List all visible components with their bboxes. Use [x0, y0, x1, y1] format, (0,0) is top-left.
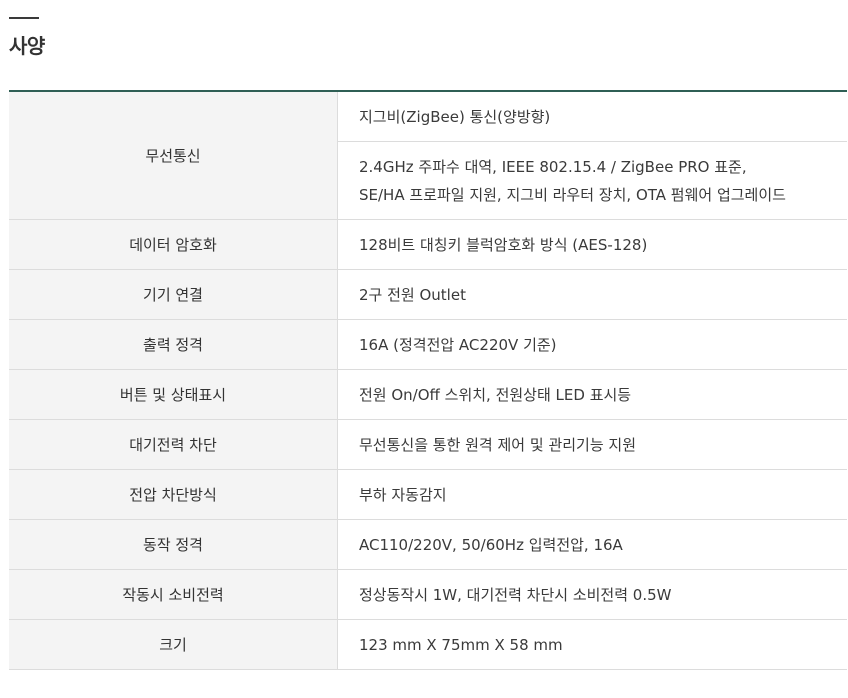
- table-row: 대기전력 차단 무선통신을 통한 원격 제어 및 관리기능 지원: [9, 419, 847, 470]
- spec-label: 대기전력 차단: [9, 419, 338, 470]
- spec-value: AC110/220V, 50/60Hz 입력전압, 16A: [337, 519, 847, 570]
- spec-value-line: SE/HA 프로파일 지원, 지그비 라우터 장치, OTA 펌웨어 업그레이드: [359, 185, 786, 204]
- spec-value: 2.4GHz 주파수 대역, IEEE 802.15.4 / ZigBee PR…: [337, 141, 847, 220]
- spec-value: 123 mm X 75mm X 58 mm: [337, 619, 847, 670]
- spec-label: 전압 차단방식: [9, 469, 338, 520]
- spec-label: 버튼 및 상태표시: [9, 369, 338, 420]
- spec-value: 16A (정격전압 AC220V 기준): [337, 319, 847, 370]
- spec-value: 전원 On/Off 스위치, 전원상태 LED 표시등: [337, 369, 847, 420]
- section-title-rule: [9, 17, 39, 19]
- spec-value: 부하 자동감지: [337, 469, 847, 520]
- spec-label: 출력 정격: [9, 319, 338, 370]
- table-row: 전압 차단방식 부하 자동감지: [9, 469, 847, 520]
- spec-label: 크기: [9, 619, 338, 670]
- section-title: 사양: [9, 34, 45, 58]
- spec-value: 무선통신을 통한 원격 제어 및 관리기능 지원: [337, 419, 847, 470]
- table-row: 동작 정격 AC110/220V, 50/60Hz 입력전압, 16A: [9, 519, 847, 570]
- spec-value: 지그비(ZigBee) 통신(양방향): [337, 91, 847, 142]
- table-row: 버튼 및 상태표시 전원 On/Off 스위치, 전원상태 LED 표시등: [9, 369, 847, 420]
- table-row: 데이터 암호화 128비트 대칭키 블럭암호화 방식 (AES-128): [9, 219, 847, 270]
- spec-value: 정상동작시 1W, 대기전력 차단시 소비전력 0.5W: [337, 569, 847, 620]
- spec-value: 2구 전원 Outlet: [337, 269, 847, 320]
- table-row: 기기 연결 2구 전원 Outlet: [9, 269, 847, 320]
- table-row: 무선통신 지그비(ZigBee) 통신(양방향): [9, 91, 847, 220]
- spec-label: 작동시 소비전력: [9, 569, 338, 620]
- table-row: 크기 123 mm X 75mm X 58 mm: [9, 619, 847, 670]
- spec-value-line: 2.4GHz 주파수 대역, IEEE 802.15.4 / ZigBee PR…: [359, 157, 747, 176]
- table-row: 작동시 소비전력 정상동작시 1W, 대기전력 차단시 소비전력 0.5W: [9, 569, 847, 620]
- spec-label: 무선통신: [9, 91, 338, 220]
- spec-value: 128비트 대칭키 블럭암호화 방식 (AES-128): [337, 219, 847, 270]
- spec-table: 무선통신 지그비(ZigBee) 통신(양방향) 2.4GHz 주파수 대역, …: [9, 90, 847, 670]
- spec-label: 데이터 암호화: [9, 219, 338, 270]
- spec-label: 동작 정격: [9, 519, 338, 570]
- table-row: 출력 정격 16A (정격전압 AC220V 기준): [9, 319, 847, 370]
- spec-label: 기기 연결: [9, 269, 338, 320]
